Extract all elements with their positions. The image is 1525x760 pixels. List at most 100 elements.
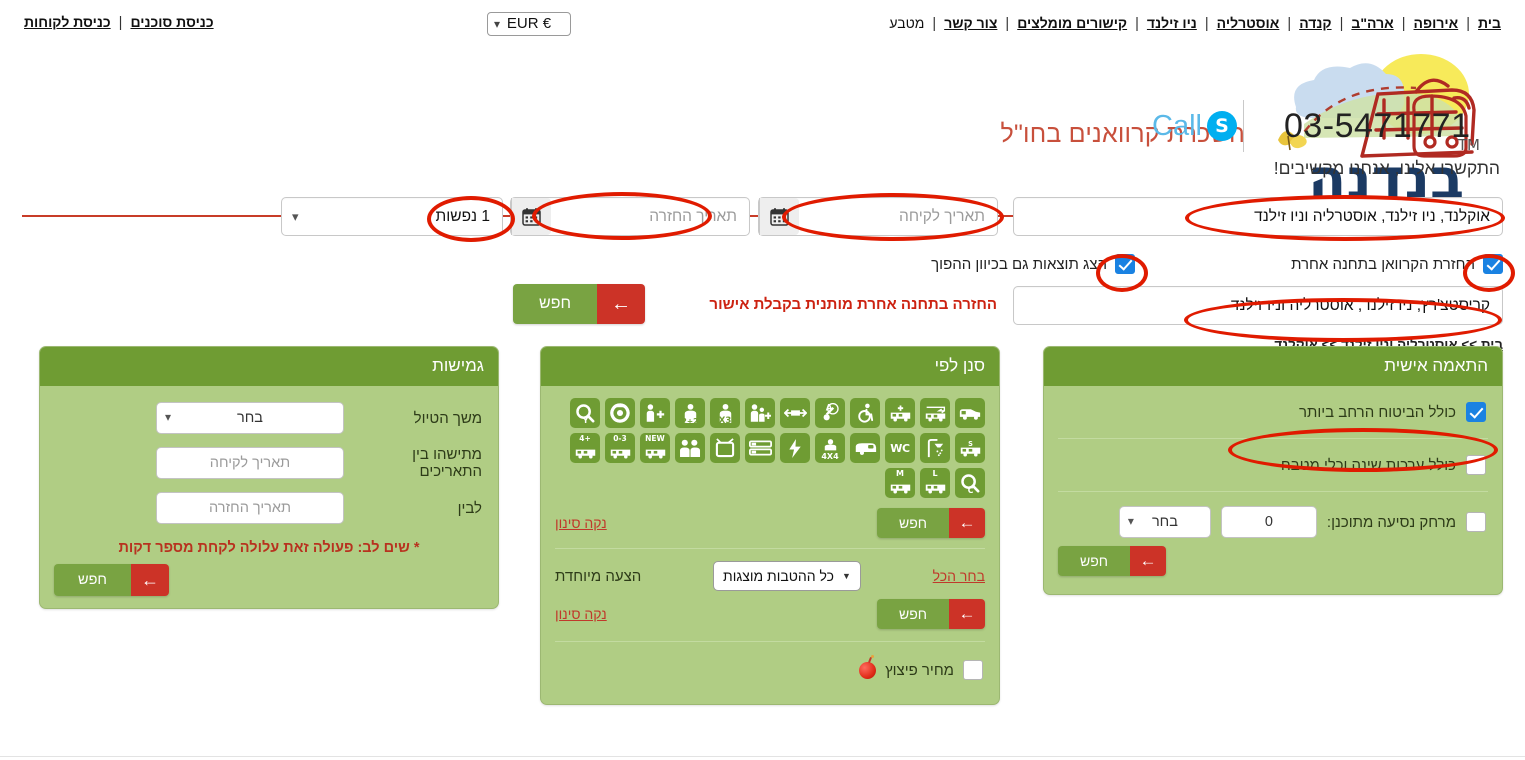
special-offer-select[interactable]: ▼ כל ההטבות מוצגות	[713, 561, 861, 591]
between-dates-from-input[interactable]: תאריך לקיחה	[156, 447, 344, 479]
bedding-kitchen-checkbox[interactable]	[1466, 455, 1486, 475]
filter-panel: סנן לפי A X3 2+2 Y S WC 4X4 NEW 0-3 +4 C…	[540, 346, 1000, 705]
customer-login-link[interactable]: כניסת לקוחות	[24, 14, 111, 30]
persons-value: 1 נפשות	[435, 207, 490, 225]
main-search-button[interactable]: חפש ←	[513, 284, 645, 324]
skype-call-button[interactable]: S Call	[1152, 110, 1237, 143]
persons-select[interactable]: ▾ 1 נפשות	[281, 197, 503, 236]
return-location-field[interactable]: קריסטצ'רץ, ניו זילנד, אוסטרליה וניו זילנ…	[1013, 286, 1503, 325]
clear-filter-link-1[interactable]: נקה סינון	[555, 515, 607, 531]
bunk-bed-icon[interactable]	[745, 433, 775, 463]
motorhome-0-3-icon[interactable]: 0-3	[605, 433, 635, 463]
filter-icon-grid: A X3 2+2 Y S WC 4X4 NEW 0-3 +4 C L M	[555, 392, 985, 502]
arrow-left-icon: ←	[949, 508, 985, 538]
skype-call-label: Call	[1152, 109, 1202, 142]
agent-login-link[interactable]: כניסת סוכנים	[130, 14, 213, 30]
wheelchair-accessible-icon[interactable]	[850, 398, 880, 428]
nav-item-usa[interactable]: ארה"ב	[1351, 15, 1393, 31]
nav-item-recommended-links[interactable]: קישורים מומלצים	[1017, 15, 1127, 31]
flexibility-search-label: חפש	[54, 564, 131, 596]
site-header: TM בנדנה השכרת קרוואנים בחו"ל S Call 03-…	[0, 42, 1525, 217]
between-dates-to-row: לבין תאריך החזרה	[54, 486, 484, 530]
passengers-2plus2-icon[interactable]: 2+2	[675, 398, 705, 428]
campervan-icon[interactable]	[955, 398, 985, 428]
nav-separator: |	[1339, 16, 1344, 32]
trip-duration-select[interactable]: ▾ בחר	[156, 402, 344, 434]
child-seat-icon[interactable]	[640, 398, 670, 428]
length-icon[interactable]	[780, 398, 810, 428]
planned-distance-checkbox[interactable]	[1466, 512, 1486, 532]
calendar-icon[interactable]	[759, 198, 799, 235]
shower-icon[interactable]	[920, 433, 950, 463]
full-insurance-checkbox[interactable]	[1466, 402, 1486, 422]
currency-selector-wrap: ▾ EUR €	[487, 12, 571, 36]
search-c-icon[interactable]: C	[955, 468, 985, 498]
reverse-results-row[interactable]: הצג תוצאות גם בכיוון ההפוך	[931, 254, 1135, 274]
passengers-x3-icon[interactable]: X3	[710, 398, 740, 428]
chevron-down-icon: ▼	[842, 571, 851, 581]
different-return-station-checkbox[interactable]	[1483, 254, 1503, 274]
nav-item-canada[interactable]: קנדה	[1299, 15, 1331, 31]
automatic-transmission-icon[interactable]: A	[815, 398, 845, 428]
motorhome-arrow-icon[interactable]	[920, 398, 950, 428]
nav-separator: |	[1287, 16, 1292, 32]
motorhome-m-icon[interactable]: M	[885, 468, 915, 498]
link-separator: |	[118, 15, 123, 31]
new-vehicle-tag: NEW	[645, 434, 665, 443]
motorhome-s-icon[interactable]: S	[955, 433, 985, 463]
flexibility-search-button[interactable]: חפש ←	[54, 564, 169, 596]
wc-icon[interactable]: WC	[885, 433, 915, 463]
nav-item-contact[interactable]: צור קשר	[944, 15, 997, 31]
search-y-icon[interactable]: Y	[570, 398, 600, 428]
four-by-four-icon[interactable]: 4X4	[815, 433, 845, 463]
return-date-placeholder: תאריך החזרה	[649, 207, 737, 225]
planned-distance-input[interactable]: 0	[1220, 506, 1317, 538]
nav-item-new-zealand[interactable]: ניו זילנד	[1147, 15, 1197, 31]
bedding-kitchen-row[interactable]: כולל ערכות שינה וכלי מטבח	[1058, 439, 1488, 491]
phone-number[interactable]: 03-5471771	[1262, 107, 1471, 146]
distance-unit-select[interactable]: ▾ בחר	[1118, 506, 1211, 538]
filter-panel-title: סנן לפי	[541, 347, 999, 386]
between-dates-to-placeholder: תאריך החזרה	[208, 500, 292, 516]
oneway-icon[interactable]	[605, 398, 635, 428]
full-insurance-row[interactable]: כולל הביטוח הרחב ביותר	[1058, 386, 1488, 438]
nav-separator: |	[1401, 16, 1406, 32]
personalize-search-button[interactable]: חפש ←	[1058, 546, 1166, 576]
reverse-results-checkbox[interactable]	[1115, 254, 1135, 274]
currency-select[interactable]: ▾ EUR €	[487, 12, 571, 36]
pickup-location-value: אוקלנד, ניו זילנד, אוסטרליה וניו זילנד	[1254, 207, 1490, 225]
blast-price-checkbox[interactable]	[963, 660, 983, 680]
different-return-station-row[interactable]: החזרת הקרוואן בתחנה אחרת	[1291, 254, 1503, 274]
group-icon[interactable]	[675, 433, 705, 463]
special-offer-section: בחר הכל ▼ כל ההטבות מוצגות הצעה מיוחדת ח…	[555, 548, 985, 641]
new-vehicle-icon[interactable]: NEW	[640, 433, 670, 463]
nav-item-home[interactable]: בית	[1478, 15, 1501, 31]
bomb-icon	[859, 654, 877, 679]
pickup-date-field[interactable]: תאריך לקיחה	[758, 197, 998, 236]
nav-item-europe[interactable]: אירופה	[1414, 15, 1459, 31]
electricity-icon[interactable]	[780, 433, 810, 463]
select-all-link[interactable]: בחר הכל	[933, 568, 985, 584]
arrow-left-icon: ←	[949, 599, 985, 629]
bedding-kitchen-label: כולל ערכות שינה וכלי מטבח	[1280, 456, 1456, 474]
between-dates-to-input[interactable]: תאריך החזרה	[156, 492, 344, 524]
family-plus-icon[interactable]	[745, 398, 775, 428]
television-icon[interactable]	[710, 433, 740, 463]
personalize-panel: התאמה אישית כולל הביטוח הרחב ביותר כולל …	[1043, 346, 1503, 595]
motorhome-plus-icon[interactable]	[885, 398, 915, 428]
main-search-label: חפש	[513, 284, 597, 324]
calendar-icon[interactable]	[511, 198, 551, 235]
filter-search-button-1[interactable]: חפש ←	[877, 508, 985, 538]
blast-price-section: מחיר פיצוץ	[555, 641, 985, 696]
caravan-trailer-icon[interactable]	[850, 433, 880, 463]
filter-search-button-2[interactable]: חפש ←	[877, 599, 985, 629]
return-date-field[interactable]: תאריך החזרה	[510, 197, 750, 236]
pickup-location-field[interactable]: אוקלנד, ניו זילנד, אוסטרליה וניו זילנד	[1013, 197, 1503, 236]
clear-filter-link-2[interactable]: נקה סינון	[555, 606, 607, 622]
motorhome-plus4-icon[interactable]: +4	[570, 433, 600, 463]
motorhome-l-icon[interactable]: L	[920, 468, 950, 498]
motorhome-plus4-tag: +4	[579, 434, 591, 443]
planned-distance-row[interactable]: מרחק נסיעה מתוכנן: 0 ▾ בחר	[1058, 492, 1488, 542]
nav-item-australia[interactable]: אוסטרליה	[1217, 15, 1280, 31]
arrow-left-icon: ←	[1129, 546, 1166, 576]
